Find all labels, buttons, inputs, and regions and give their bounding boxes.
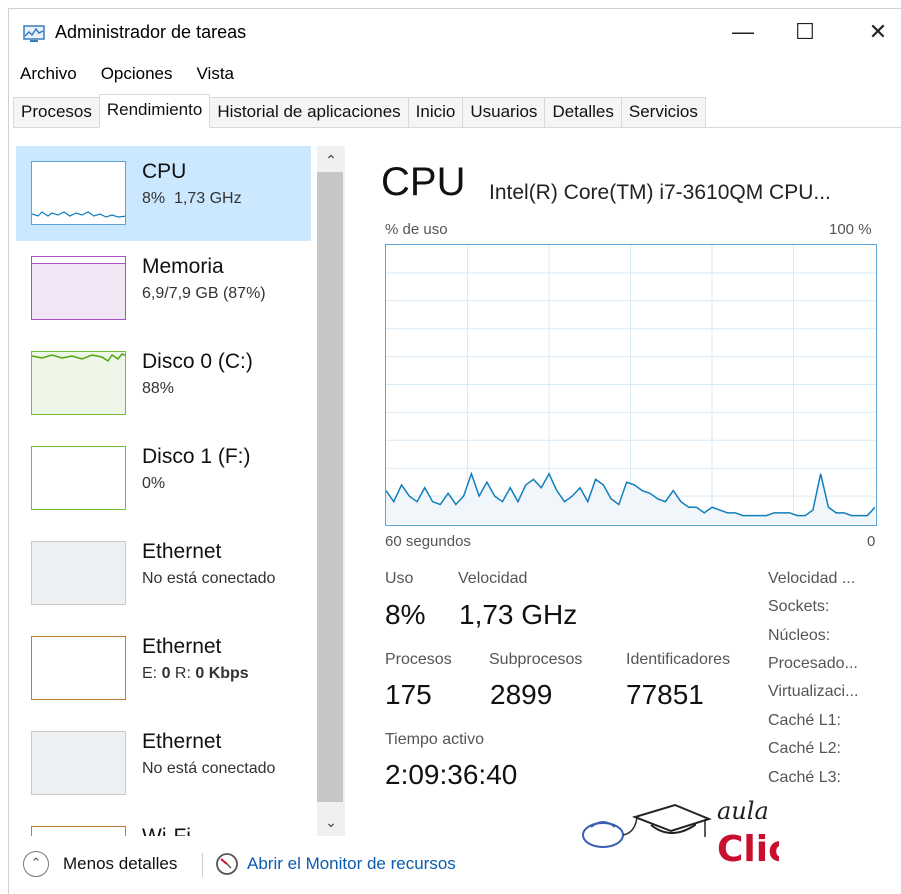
disk0-mini-graph [32,353,125,363]
resource-name: Disco 0 (C:) [142,350,253,373]
minimize-icon: — [732,19,754,44]
resource-name: Memoria [142,255,224,278]
resource-ethernet-3[interactable]: Ethernet No está conectado [16,716,311,811]
resource-monitor-icon[interactable] [215,852,239,876]
tab-procesos[interactable]: Procesos [13,97,100,127]
memory-thumbnail [31,256,126,320]
menu-vista[interactable]: Vista [185,61,247,87]
detail-title: CPU [381,160,466,204]
resource-value: 0% [142,475,166,492]
disk0-thumbnail [31,351,126,415]
usage-axis-label: % de uso [385,221,448,238]
close-button[interactable]: ✕ [854,15,901,49]
procesos-value: 175 [385,679,432,710]
title-bar[interactable]: Administrador de tareas — ☐ ✕ [9,9,901,53]
procesos-label: Procesos [385,651,452,668]
resource-list-scrollbar[interactable]: ⌃ ⌄ [317,146,345,836]
spec-velocidad-label: Velocidad ... [768,570,856,587]
tab-rendimiento[interactable]: Rendimiento [98,94,211,128]
cpu-thumbnail [31,161,126,225]
maximize-icon: ☐ [795,19,815,44]
scroll-thumb[interactable] [317,172,343,802]
resource-name: Ethernet [142,730,222,753]
cpu-usage-chart [385,245,876,524]
disk1-thumbnail [31,446,126,510]
usage-max-label: 100 % [829,221,872,238]
spec-cache-l2-label: Caché L2: [768,740,841,757]
footer-bar: ⌃ Menos detalles Abrir el Monitor de rec… [9,845,901,887]
resource-disco-0[interactable]: Disco 0 (C:) 88% [16,336,311,431]
tab-usuarios[interactable]: Usuarios [462,97,546,127]
subprocesos-label: Subprocesos [489,651,583,668]
resource-name: CPU [142,160,187,183]
scroll-down-arrow-icon[interactable]: ⌄ [317,808,345,836]
subprocesos-value: 2899 [490,679,553,710]
spec-virtualizacion-label: Virtualizaci... [768,683,859,700]
resource-value: 6,9/7,9 GB (87%) [142,285,266,302]
resource-name: Ethernet [142,540,222,563]
time-axis-label: 60 segundos [385,533,471,550]
resource-value: 88% [142,380,175,397]
menu-opciones[interactable]: Opciones [89,61,185,87]
scroll-up-arrow-icon[interactable]: ⌃ [317,146,345,174]
resource-disco-1[interactable]: Disco 1 (F:) 0% [16,431,311,526]
spec-sockets-label: Sockets: [768,598,830,615]
cpu-usage-graph [385,244,877,526]
spec-cache-l1-label: Caché L1: [768,712,841,729]
resource-list: CPU 8% 1,73 GHz Memoria 6,9/7,9 GB (87%)… [16,146,311,836]
cpu-model: Intel(R) Core(TM) i7-3610QM CPU... [489,181,831,204]
task-manager-window: Administrador de tareas — ☐ ✕ Archivo Op… [8,8,901,894]
tab-historial[interactable]: Historial de aplicaciones [209,97,409,127]
menu-archivo[interactable]: Archivo [9,61,89,87]
task-manager-icon [23,25,45,42]
velocidad-value: 1,73 GHz [459,599,578,630]
resource-value: E: 0 R: 0 Kbps [142,665,249,682]
uso-value: 8% [385,599,426,630]
maximize-button[interactable]: ☐ [781,15,829,49]
resource-ethernet-2[interactable]: Ethernet E: 0 R: 0 Kbps [16,621,311,716]
resource-memoria[interactable]: Memoria 6,9/7,9 GB (87%) [16,241,311,336]
resource-cpu[interactable]: CPU 8% 1,73 GHz [16,146,311,241]
resource-value: No está conectado [142,570,276,587]
tiempo-activo-label: Tiempo activo [385,731,484,748]
resource-name: Disco 1 (F:) [142,445,251,468]
collapse-chevron-icon[interactable]: ⌃ [23,851,49,877]
velocidad-label: Velocidad [458,570,528,587]
identificadores-label: Identificadores [626,651,731,668]
less-details-button[interactable]: Menos detalles [63,854,177,874]
uso-label: Uso [385,570,414,587]
tab-strip: Procesos Rendimiento Historial de aplica… [13,94,901,128]
resource-value: No está conectado [142,760,276,777]
identificadores-value: 77851 [626,679,704,710]
wifi-thumbnail [31,826,126,836]
spec-cache-l3-label: Caché L3: [768,769,841,786]
ethernet1-thumbnail [31,541,126,605]
resource-ethernet-1[interactable]: Ethernet No está conectado [16,526,311,621]
resource-wifi[interactable]: Wi-Fi [16,811,311,836]
logo-aula-text: aula [717,797,769,825]
window-title: Administrador de tareas [55,22,247,42]
menu-bar: Archivo Opciones Vista [9,61,246,87]
open-resource-monitor-link[interactable]: Abrir el Monitor de recursos [247,854,456,874]
spec-procesadores-label: Procesado... [768,655,858,672]
ethernet2-thumbnail [31,636,126,700]
tiempo-activo-value: 2:09:36:40 [385,759,518,790]
resource-name: Ethernet [142,635,222,658]
spec-nucleos-label: Núcleos: [768,627,831,644]
minimize-button[interactable]: — [719,15,767,49]
close-icon: ✕ [868,19,888,44]
ethernet3-thumbnail [31,731,126,795]
footer-separator [202,853,203,877]
resource-name: Wi-Fi [142,825,191,836]
min-axis-label: 0 [867,533,876,550]
tab-servicios[interactable]: Servicios [620,97,706,127]
tab-inicio[interactable]: Inicio [407,97,464,127]
tab-detalles[interactable]: Detalles [544,97,622,127]
cpu-mini-graph [32,211,125,218]
resource-value: 8% 1,73 GHz [142,190,242,207]
